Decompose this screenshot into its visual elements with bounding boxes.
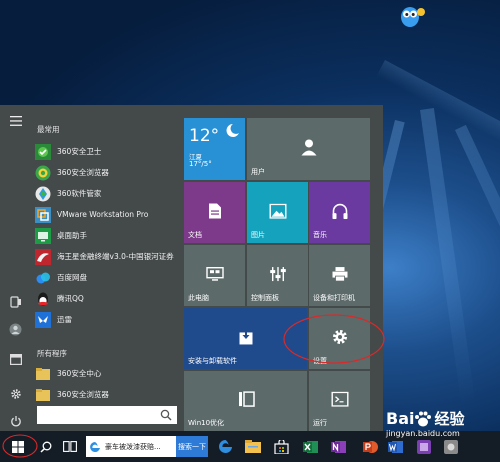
run-command-icon <box>331 391 348 407</box>
taskbar-file-explorer[interactable] <box>242 431 264 462</box>
search-icon <box>160 409 172 421</box>
360-safe-guard-icon <box>35 143 51 160</box>
taskbar-search-text: 豪车被泼漆获赔... <box>105 442 161 451</box>
start-menu: 最常用 360安全卫士 360安全浏览器 360软件管家 VMware Work… <box>0 105 385 431</box>
list-item-neptune-finance[interactable]: 海王星金融终端v3.0-中国银河证券 <box>35 246 177 267</box>
task-view-icon <box>63 441 77 452</box>
control-panel-sliders-icon <box>269 266 286 281</box>
watermark-brand2: 经验 <box>434 410 465 428</box>
search-icon <box>40 441 52 453</box>
start-left-rail <box>0 105 31 431</box>
tile-user[interactable]: 用户 <box>247 118 370 180</box>
ie-browser-icon <box>90 441 100 452</box>
user-avatar-icon[interactable] <box>7 321 24 338</box>
weather-temperature: 12° <box>189 126 220 146</box>
watermark-url: jingyan.baidu.com <box>386 429 460 438</box>
task-view-button[interactable] <box>60 431 80 462</box>
list-item-360-software-manager[interactable]: 360软件管家 <box>35 183 177 204</box>
excel-icon <box>302 440 318 453</box>
store-bag-icon <box>273 439 289 454</box>
list-item-qq[interactable]: 腾讯QQ <box>35 288 177 309</box>
baidu-paw-icon <box>415 411 432 426</box>
app-purple-icon <box>417 439 431 454</box>
taskbar-search-button[interactable]: 搜索一下 <box>176 436 208 457</box>
hamburger-menu-icon[interactable] <box>7 112 24 129</box>
360-software-manager-icon <box>35 186 51 202</box>
edge-browser-icon <box>218 440 232 453</box>
vmware-icon <box>35 206 51 223</box>
tablet-mode-icon[interactable] <box>7 293 24 310</box>
most-used-header: 最常用 <box>37 125 60 134</box>
list-item-desktop-assistant[interactable]: 桌面助手 <box>35 225 177 246</box>
start-search-box[interactable] <box>37 406 177 424</box>
tile-win10-optimize[interactable]: Win10优化 <box>184 371 307 431</box>
baidu-jingyan-watermark: Bai 经验 jingyan.baidu.com <box>386 408 465 438</box>
word-icon <box>387 440 403 453</box>
win10-optimize-icon <box>238 391 255 407</box>
folder-icon <box>35 366 51 382</box>
headphones-icon <box>332 203 347 219</box>
baidu-netdisk-icon <box>35 270 51 286</box>
360-browser-icon <box>35 165 51 181</box>
all-programs-header: 所有程序 <box>37 349 67 358</box>
list-item-thunder[interactable]: 迅雷 <box>35 309 177 330</box>
list-item-360-browser-folder[interactable]: 360安全浏览器 <box>35 384 177 405</box>
tile-weather[interactable]: 12° 江夏 17°/5° <box>184 118 245 180</box>
start-highlight-circle <box>2 434 38 458</box>
thunder-icon <box>35 311 51 328</box>
onenote-icon <box>330 440 346 453</box>
list-item-360-safe-guard[interactable]: 360安全卫士 <box>35 141 177 162</box>
watermark-brand: Bai <box>386 409 415 428</box>
list-item-360-security-center-folder[interactable]: 360安全中心 <box>35 363 177 384</box>
app-gray-icon <box>444 439 458 454</box>
cortana-search-button[interactable] <box>36 431 56 462</box>
tile-control-panel[interactable]: 控制面板 <box>247 245 308 306</box>
tile-this-pc[interactable]: 此电脑 <box>184 245 245 306</box>
tile-documents[interactable]: 文档 <box>184 182 245 243</box>
file-explorer-icon[interactable] <box>7 351 24 368</box>
taskbar-store[interactable] <box>270 431 292 462</box>
weather-range: 17°/5° <box>189 160 212 168</box>
taskbar-excel[interactable] <box>299 431 321 462</box>
list-item-baidu-netdisk[interactable]: 百度网盘 <box>35 267 177 288</box>
taskbar-edge[interactable] <box>214 431 236 462</box>
list-item-vmware[interactable]: VMware Workstation Pro <box>35 204 177 225</box>
desktop-assistant-icon <box>35 227 51 244</box>
app-list: 最常用 360安全卫士 360安全浏览器 360软件管家 VMware Work… <box>31 105 179 431</box>
list-item-360-browser[interactable]: 360安全浏览器 <box>35 162 177 183</box>
computer-icon <box>205 266 224 281</box>
file-explorer-icon <box>245 440 261 453</box>
tile-run[interactable]: 运行 <box>309 371 370 431</box>
tile-pictures[interactable]: 图片 <box>247 182 308 243</box>
picture-icon <box>269 203 286 219</box>
taskbar-onenote[interactable] <box>327 431 349 462</box>
taskbar-powerpoint[interactable] <box>359 431 381 462</box>
tile-music[interactable]: 音乐 <box>309 182 370 243</box>
powerpoint-icon <box>362 440 378 453</box>
moon-weather-icon <box>226 124 239 137</box>
user-icon <box>301 139 316 156</box>
power-icon[interactable] <box>7 412 24 429</box>
owl-desktop-mascot-icon[interactable] <box>400 4 426 28</box>
qq-icon <box>35 291 51 307</box>
folder-icon <box>35 387 51 403</box>
printer-icon <box>332 266 347 281</box>
neptune-finance-icon <box>35 248 51 265</box>
tile-devices-printers[interactable]: 设备和打印机 <box>309 245 370 306</box>
document-icon <box>208 202 221 218</box>
install-box-icon <box>239 327 252 344</box>
taskbar-search-field[interactable]: 豪车被泼漆获赔... <box>86 436 176 457</box>
settings-highlight-circle <box>283 314 385 364</box>
settings-gear-icon[interactable] <box>7 385 24 402</box>
